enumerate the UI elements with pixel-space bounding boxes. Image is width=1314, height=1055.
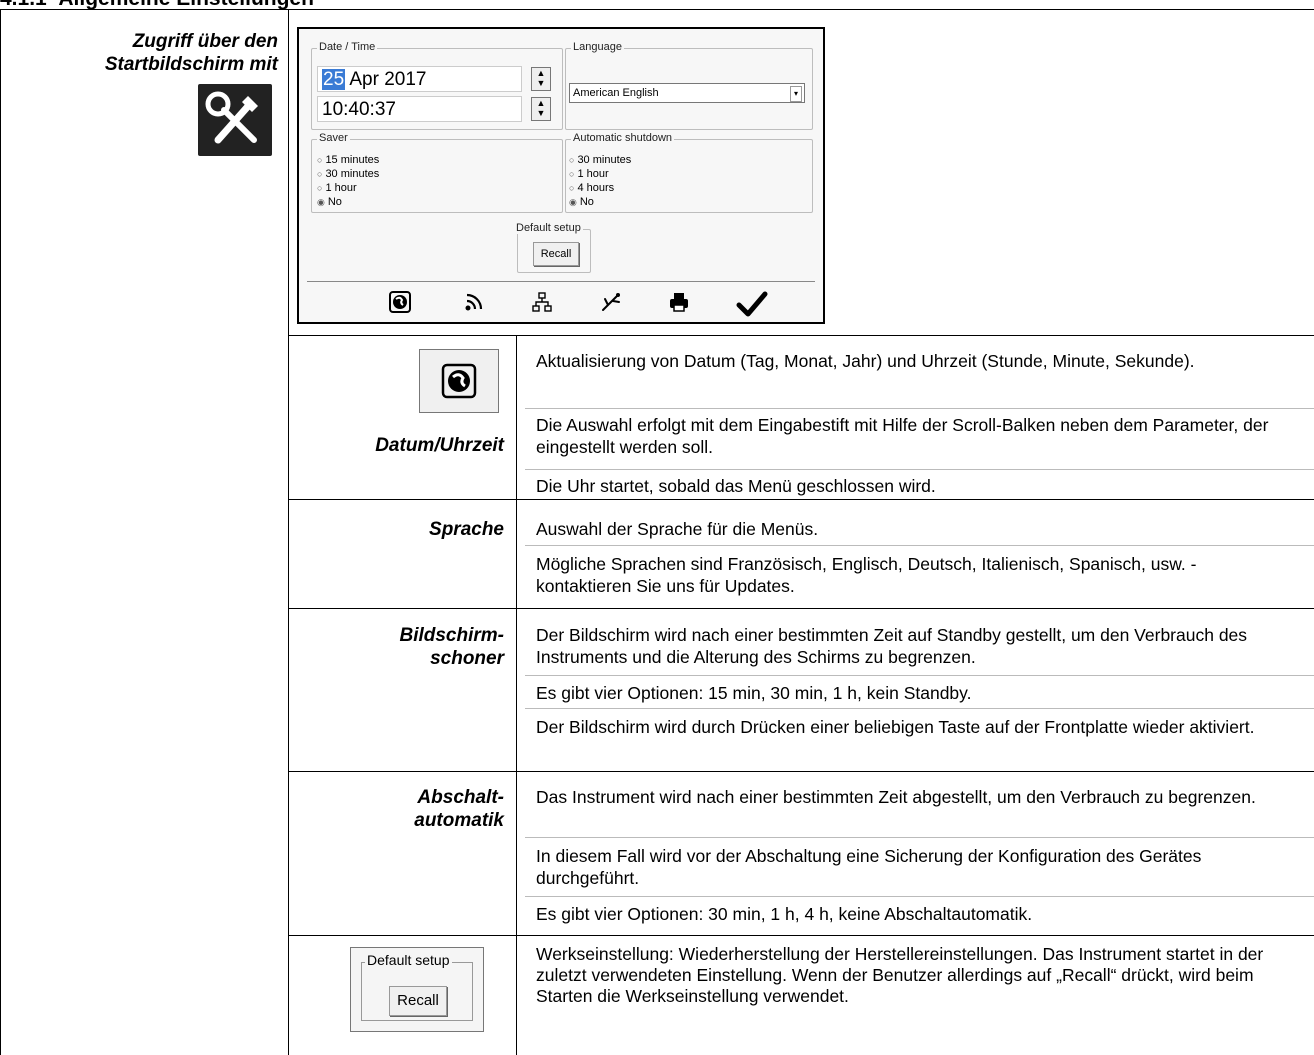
sprache-text-1: Auswahl der Sprache für die Menüs. — [536, 519, 819, 539]
network-icon[interactable] — [530, 291, 554, 315]
row-label-abschalt: Abschalt- automatik — [414, 787, 504, 831]
toolbar-divider — [307, 281, 815, 282]
date-spin-buttons[interactable]: ▲ ▼ — [531, 67, 551, 91]
shutdown-option-4hours[interactable]: ○ 4 hours — [569, 181, 614, 195]
time-spin-buttons[interactable]: ▲ ▼ — [531, 97, 551, 121]
abschalt-text-2: In diesem Fall wird vor der Abschaltung … — [536, 846, 1202, 888]
recall-button[interactable]: Recall — [533, 242, 579, 266]
shutdown-option-no[interactable]: ◉ No — [569, 195, 594, 209]
default-setup-label: Default setup — [365, 952, 452, 968]
row-divider — [288, 608, 1314, 609]
abschalt-inner-divider-1 — [525, 837, 1314, 838]
schoner-text-2: Es gibt vier Optionen: 15 min, 30 min, 1… — [536, 683, 972, 703]
usb-icon[interactable] — [599, 291, 623, 315]
abschalt-text-1: Das Instrument wird nach einer bestimmte… — [536, 787, 1256, 807]
globe-icon[interactable] — [388, 291, 412, 315]
schoner-text-1: Der Bildschirm wird nach einer bestimmte… — [536, 625, 1248, 667]
printer-icon[interactable] — [667, 291, 691, 315]
sprache-inner-divider — [525, 545, 1314, 546]
language-group-title: Language — [571, 41, 624, 53]
row-label-datum: Datum/Uhrzeit — [375, 435, 504, 456]
default-setup-title: Default setup — [514, 222, 583, 234]
recall-button[interactable]: Recall — [389, 986, 447, 1016]
shutdown-option-1hour[interactable]: ○ 1 hour — [569, 167, 609, 181]
column-divider-inner — [516, 335, 517, 1055]
datum-text-2: Die Auswahl erfolgt mit dem Eingabestift… — [536, 415, 1269, 457]
row-divider — [288, 935, 1314, 936]
saver-group-title: Saver — [317, 132, 350, 144]
row-divider — [288, 499, 1314, 500]
row-label-schoner: Bildschirm- schoner — [399, 625, 504, 669]
settings-screenshot: Date / Time 25 Apr 2017 ▲ ▼ 10:40:37 ▲ ▼ L… — [297, 27, 825, 324]
shutdown-group-title: Automatic shutdown — [571, 132, 675, 144]
saver-option-1hour[interactable]: ○ 1 hour — [317, 181, 357, 195]
sprache-text-2: Mögliche Sprachen sind Französisch, Engl… — [536, 554, 1197, 596]
access-text: Zugriff über den Startbildschirm mit — [104, 31, 278, 75]
time-spinner[interactable]: 10:40:37 — [317, 96, 522, 122]
chevron-down-icon[interactable]: ▾ — [790, 86, 802, 102]
schoner-text-3: Der Bildschirm wird durch Drücken einer … — [536, 717, 1255, 737]
datum-inner-divider-1 — [525, 408, 1314, 409]
date-spinner[interactable]: 25 Apr 2017 — [317, 66, 522, 92]
tools-icon — [198, 84, 272, 156]
datum-inner-divider-2 — [525, 469, 1314, 470]
saver-option-no[interactable]: ◉ No — [317, 195, 342, 209]
row-label-sprache: Sprache — [429, 519, 504, 540]
wifi-icon[interactable] — [462, 291, 486, 315]
schoner-inner-divider-1 — [525, 675, 1314, 676]
saver-option-15min[interactable]: ○ 15 minutes — [317, 153, 379, 167]
shutdown-option-30min[interactable]: ○ 30 minutes — [569, 153, 631, 167]
row-divider — [288, 771, 1314, 772]
abschalt-inner-divider-2 — [525, 896, 1314, 897]
datum-text-1: Aktualisierung von Datum (Tag, Monat, Ja… — [536, 351, 1195, 371]
default-setup-box: Default setup Recall — [350, 947, 484, 1032]
saver-option-30min[interactable]: ○ 30 minutes — [317, 167, 379, 181]
abschalt-text-3: Es gibt vier Optionen: 30 min, 1 h, 4 h,… — [536, 904, 1033, 924]
globe-icon — [419, 349, 499, 413]
row-divider — [288, 335, 1314, 336]
schoner-inner-divider-2 — [525, 708, 1314, 709]
werks-text: Werkseinstellung: Wiederherstellung der … — [536, 944, 1264, 1006]
column-divider — [288, 9, 289, 1055]
datum-text-3: Die Uhr startet, sobald das Menü geschlo… — [536, 476, 936, 496]
language-select[interactable]: American English ▾ — [569, 83, 805, 103]
checkmark-icon[interactable] — [735, 289, 769, 319]
datetime-group-title: Date / Time — [317, 41, 378, 53]
